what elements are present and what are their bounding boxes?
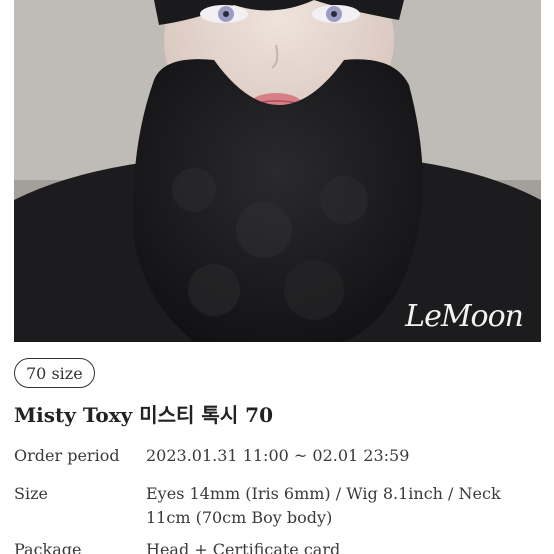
- product-photo: LeMoon: [14, 0, 541, 342]
- brand-signature: LeMoon: [405, 299, 524, 334]
- product-title: Misty Toxy 미스티 톡시 70: [14, 403, 274, 427]
- size-badge: 70 size: [14, 358, 95, 388]
- spec-value: Head + Certificate card: [146, 540, 341, 554]
- spec-value: 2023.01.31 11:00 ~ 02.01 23:59: [146, 446, 410, 465]
- spec-value: Eyes 14mm (Iris 6mm) / Wig 8.1inch / Nec…: [146, 484, 501, 527]
- doll-illustration: [14, 0, 541, 342]
- spec-label: Order period: [14, 446, 120, 465]
- spec-label: Size: [14, 484, 48, 503]
- spec-label: Package: [14, 540, 82, 554]
